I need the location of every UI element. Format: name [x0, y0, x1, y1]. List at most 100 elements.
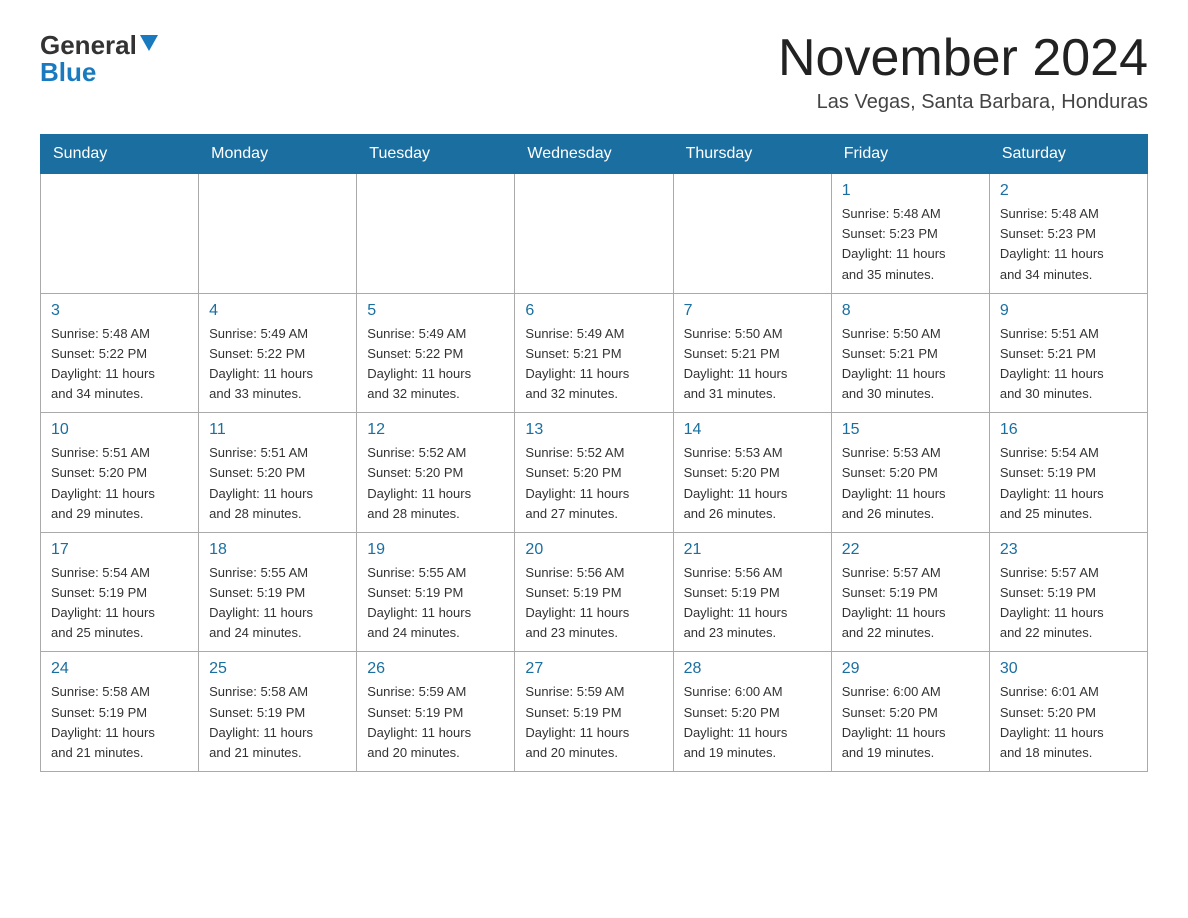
day-number: 22: [842, 541, 979, 559]
logo-triangle-icon: [140, 35, 158, 51]
calendar-cell: 5 Sunrise: 5:49 AMSunset: 5:22 PMDaylight…: [357, 293, 515, 413]
day-info: Sunrise: 5:52 AMSunset: 5:20 PMDaylight:…: [367, 443, 504, 524]
calendar-cell: 11Sunrise: 5:51 AMSunset: 5:20 PMDayligh…: [199, 413, 357, 533]
weekday-header-monday: Monday: [199, 135, 357, 174]
day-number: 9: [1000, 302, 1137, 320]
day-info: Sunrise: 5:57 AMSunset: 5:19 PMDaylight:…: [842, 563, 979, 644]
day-info: Sunrise: 5:48 AMSunset: 5:23 PMDaylight:…: [1000, 204, 1137, 285]
day-info: Sunrise: 5:54 AMSunset: 5:19 PMDaylight:…: [51, 563, 188, 644]
calendar-header-row: SundayMondayTuesdayWednesdayThursdayFrid…: [41, 135, 1148, 174]
weekday-header-thursday: Thursday: [673, 135, 831, 174]
calendar-cell: 14 Sunrise: 5:53 AMSunset: 5:20 PMDayligh…: [673, 413, 831, 533]
day-number: 6: [525, 302, 662, 320]
day-info: Sunrise: 5:52 AMSunset: 5:20 PMDaylight:…: [525, 443, 662, 524]
weekday-header-wednesday: Wednesday: [515, 135, 673, 174]
day-number: 29: [842, 660, 979, 678]
day-info: Sunrise: 5:57 AMSunset: 5:19 PMDaylight:…: [1000, 563, 1137, 644]
day-number: 4: [209, 302, 346, 320]
day-info: Sunrise: 5:55 AMSunset: 5:19 PMDaylight:…: [209, 563, 346, 644]
calendar-cell: 16 Sunrise: 5:54 AMSunset: 5:19 PMDayligh…: [989, 413, 1147, 533]
day-info: Sunrise: 5:49 AMSunset: 5:22 PMDaylight:…: [209, 324, 346, 405]
logo-blue: Blue: [40, 57, 96, 88]
calendar-cell: 6Sunrise: 5:49 AMSunset: 5:21 PMDaylight…: [515, 293, 673, 413]
day-info: Sunrise: 5:50 AMSunset: 5:21 PMDaylight:…: [842, 324, 979, 405]
day-info: Sunrise: 6:00 AMSunset: 5:20 PMDaylight:…: [842, 682, 979, 763]
calendar-cell: 29 Sunrise: 6:00 AMSunset: 5:20 PMDayligh…: [831, 652, 989, 772]
calendar-cell: 7 Sunrise: 5:50 AMSunset: 5:21 PMDaylight…: [673, 293, 831, 413]
calendar-cell: 19Sunrise: 5:55 AMSunset: 5:19 PMDayligh…: [357, 532, 515, 652]
title-block: November 2024 Las Vegas, Santa Barbara, …: [778, 30, 1148, 114]
day-number: 13: [525, 421, 662, 439]
day-number: 16: [1000, 421, 1137, 439]
weekday-header-sunday: Sunday: [41, 135, 199, 174]
calendar-cell: 9 Sunrise: 5:51 AMSunset: 5:21 PMDaylight…: [989, 293, 1147, 413]
day-number: 23: [1000, 541, 1137, 559]
calendar-cell: 8 Sunrise: 5:50 AMSunset: 5:21 PMDaylight…: [831, 293, 989, 413]
calendar-cell: 18 Sunrise: 5:55 AMSunset: 5:19 PMDayligh…: [199, 532, 357, 652]
calendar-cell: 25 Sunrise: 5:58 AMSunset: 5:19 PMDayligh…: [199, 652, 357, 772]
day-info: Sunrise: 6:01 AMSunset: 5:20 PMDaylight:…: [1000, 682, 1137, 763]
day-info: Sunrise: 5:53 AMSunset: 5:20 PMDaylight:…: [684, 443, 821, 524]
day-info: Sunrise: 5:50 AMSunset: 5:21 PMDaylight:…: [684, 324, 821, 405]
day-number: 26: [367, 660, 504, 678]
calendar-cell: 27Sunrise: 5:59 AMSunset: 5:19 PMDayligh…: [515, 652, 673, 772]
calendar-cell: [515, 174, 673, 294]
day-info: Sunrise: 5:56 AMSunset: 5:19 PMDaylight:…: [525, 563, 662, 644]
day-info: Sunrise: 5:56 AMSunset: 5:19 PMDaylight:…: [684, 563, 821, 644]
calendar-week-row: 24 Sunrise: 5:58 AMSunset: 5:19 PMDayligh…: [41, 652, 1148, 772]
day-info: Sunrise: 6:00 AMSunset: 5:20 PMDaylight:…: [684, 682, 821, 763]
day-number: 15: [842, 421, 979, 439]
day-number: 17: [51, 541, 188, 559]
location-label: Las Vegas, Santa Barbara, Honduras: [778, 91, 1148, 114]
calendar-cell: 12 Sunrise: 5:52 AMSunset: 5:20 PMDayligh…: [357, 413, 515, 533]
weekday-header-saturday: Saturday: [989, 135, 1147, 174]
calendar-table: SundayMondayTuesdayWednesdayThursdayFrid…: [40, 134, 1148, 772]
calendar-cell: 3 Sunrise: 5:48 AMSunset: 5:22 PMDaylight…: [41, 293, 199, 413]
day-number: 11: [209, 421, 346, 439]
calendar-week-row: 3 Sunrise: 5:48 AMSunset: 5:22 PMDaylight…: [41, 293, 1148, 413]
weekday-header-tuesday: Tuesday: [357, 135, 515, 174]
day-number: 18: [209, 541, 346, 559]
day-info: Sunrise: 5:51 AMSunset: 5:21 PMDaylight:…: [1000, 324, 1137, 405]
calendar-cell: [357, 174, 515, 294]
calendar-cell: 13 Sunrise: 5:52 AMSunset: 5:20 PMDayligh…: [515, 413, 673, 533]
day-number: 12: [367, 421, 504, 439]
day-number: 21: [684, 541, 821, 559]
calendar-cell: 24 Sunrise: 5:58 AMSunset: 5:19 PMDayligh…: [41, 652, 199, 772]
day-number: 14: [684, 421, 821, 439]
day-number: 28: [684, 660, 821, 678]
month-title: November 2024: [778, 30, 1148, 87]
calendar-cell: 30 Sunrise: 6:01 AMSunset: 5:20 PMDayligh…: [989, 652, 1147, 772]
calendar-week-row: 10 Sunrise: 5:51 AMSunset: 5:20 PMDayligh…: [41, 413, 1148, 533]
day-info: Sunrise: 5:58 AMSunset: 5:19 PMDaylight:…: [209, 682, 346, 763]
day-number: 19: [367, 541, 504, 559]
day-info: Sunrise: 5:48 AMSunset: 5:23 PMDaylight:…: [842, 204, 979, 285]
day-number: 1: [842, 182, 979, 200]
day-number: 10: [51, 421, 188, 439]
day-number: 3: [51, 302, 188, 320]
day-number: 7: [684, 302, 821, 320]
day-number: 27: [525, 660, 662, 678]
weekday-header-friday: Friday: [831, 135, 989, 174]
day-number: 24: [51, 660, 188, 678]
day-number: 8: [842, 302, 979, 320]
day-number: 30: [1000, 660, 1137, 678]
calendar-cell: 15Sunrise: 5:53 AMSunset: 5:20 PMDayligh…: [831, 413, 989, 533]
logo: General Blue: [40, 30, 158, 88]
calendar-week-row: 1 Sunrise: 5:48 AMSunset: 5:23 PMDaylight…: [41, 174, 1148, 294]
day-number: 25: [209, 660, 346, 678]
day-info: Sunrise: 5:49 AMSunset: 5:22 PMDaylight:…: [367, 324, 504, 405]
calendar-cell: 21 Sunrise: 5:56 AMSunset: 5:19 PMDayligh…: [673, 532, 831, 652]
calendar-cell: 23 Sunrise: 5:57 AMSunset: 5:19 PMDayligh…: [989, 532, 1147, 652]
day-info: Sunrise: 5:54 AMSunset: 5:19 PMDaylight:…: [1000, 443, 1137, 524]
calendar-cell: 10 Sunrise: 5:51 AMSunset: 5:20 PMDayligh…: [41, 413, 199, 533]
calendar-cell: 17 Sunrise: 5:54 AMSunset: 5:19 PMDayligh…: [41, 532, 199, 652]
day-info: Sunrise: 5:51 AMSunset: 5:20 PMDaylight:…: [51, 443, 188, 524]
day-info: Sunrise: 5:48 AMSunset: 5:22 PMDaylight:…: [51, 324, 188, 405]
calendar-cell: [673, 174, 831, 294]
calendar-cell: 22 Sunrise: 5:57 AMSunset: 5:19 PMDayligh…: [831, 532, 989, 652]
day-number: 5: [367, 302, 504, 320]
calendar-cell: [41, 174, 199, 294]
calendar-cell: 28 Sunrise: 6:00 AMSunset: 5:20 PMDayligh…: [673, 652, 831, 772]
day-info: Sunrise: 5:58 AMSunset: 5:19 PMDaylight:…: [51, 682, 188, 763]
